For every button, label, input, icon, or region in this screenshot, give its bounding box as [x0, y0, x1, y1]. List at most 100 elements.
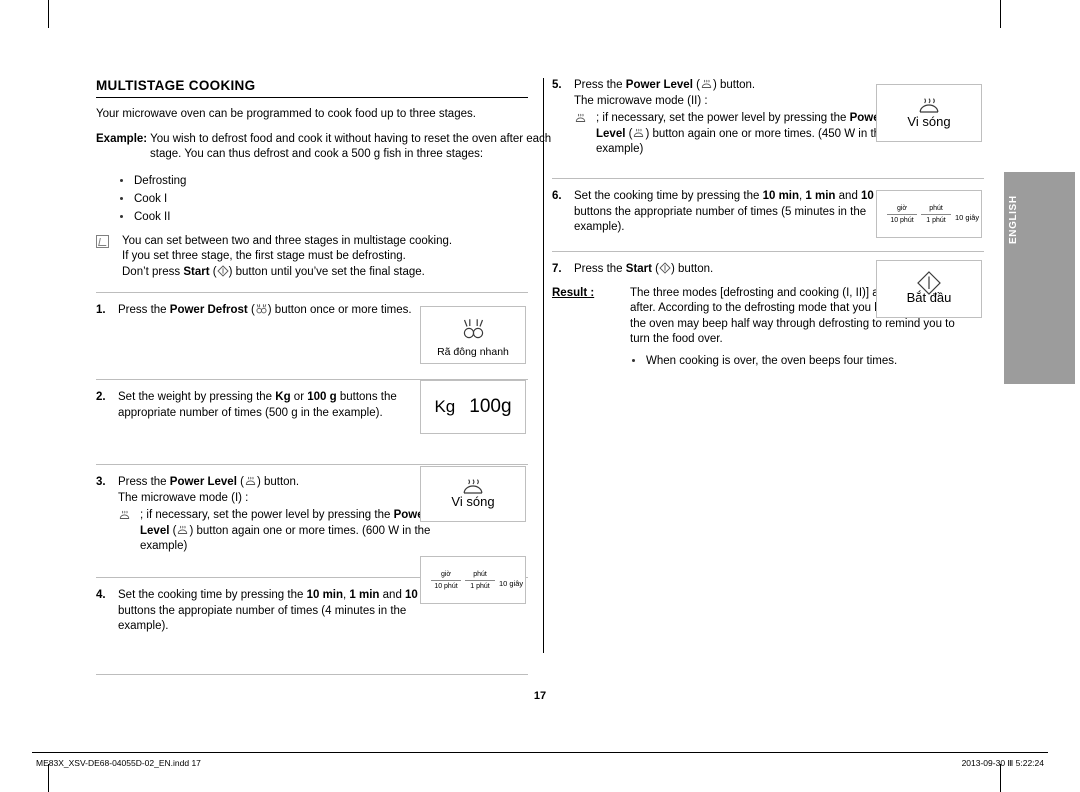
note-line-3-start-label: Start: [183, 265, 210, 278]
step-3-text-c: (: [236, 476, 244, 488]
power-defrost-icon: [255, 303, 268, 315]
panel-time-1-col1-bottom: 10 phút: [434, 583, 458, 590]
list-item: Cook II: [118, 208, 528, 226]
step-3-sub-a: if necessary, set the power level by pre…: [146, 509, 394, 521]
step-1-button-name: Power Defrost: [169, 304, 248, 316]
step-1-text-c: (: [247, 304, 255, 316]
step-4-1min-label: 1 min: [349, 589, 380, 601]
panel-power-level-2: Vi sóng: [876, 84, 982, 142]
power-level-icon: [244, 475, 257, 487]
panel-time-1-col2-top: phút: [465, 570, 495, 581]
note-line-1: You can set between two and three stages…: [122, 234, 453, 247]
page-title: MULTISTAGE COOKING: [96, 78, 256, 93]
step-5-text-d: ) button.: [712, 79, 756, 91]
panel-time-1-content: giờ 10 phút phút 1 phút 10 giây: [421, 557, 525, 603]
step-1: 1. Press the Power Defrost () button onc…: [96, 303, 448, 365]
panel-start: Bắt đầu: [876, 260, 982, 318]
step-5-text-a: Press the: [574, 79, 626, 91]
panel-power-level-2-caption: Vi sóng: [907, 114, 951, 129]
step-6-number: 6.: [552, 190, 562, 202]
step-2-number: 2.: [96, 391, 106, 403]
panel-power-defrost-caption: Rã đông nhanh: [437, 346, 509, 358]
panel-time-1: giờ 10 phút phút 1 phút 10 giây: [420, 556, 526, 604]
intro-paragraph: Your microwave oven can be programmed to…: [96, 108, 476, 120]
section-rule-3: [96, 464, 528, 465]
start-icon-7: [659, 262, 671, 274]
step-7-number: 7.: [552, 263, 562, 275]
power-level-icon-5-sub: [574, 112, 587, 130]
step-7-text-a: Press the: [574, 263, 626, 275]
power-level-icon-sub: [118, 509, 131, 527]
section-rule-7: [552, 251, 984, 252]
section-rule-5: [96, 674, 528, 675]
panel-power-defrost-icon: [421, 317, 525, 346]
english-side-tab: ENGLISH: [1004, 172, 1080, 384]
section-rule-6: [552, 178, 984, 179]
step-6: 6. Set the cooking time by pressing the …: [552, 189, 904, 245]
step-3-sub-c: (: [169, 524, 177, 537]
step-1-text-d: ) button once or more times.: [267, 304, 412, 316]
panel-time-1-col2: phút 1 phút: [465, 570, 495, 591]
panel-time-1-col1: giờ 10 phút: [431, 570, 461, 591]
panel-time-2-col1-top: giờ: [887, 204, 917, 215]
crop-mark-bottom-left: [48, 764, 49, 792]
step-3: 3. Press the Power Level ( ) button. The …: [96, 475, 448, 571]
note-line-3-c: (: [209, 265, 217, 278]
crop-mark-top-right: [1000, 0, 1001, 28]
power-level-icon-5-sub2: [632, 127, 645, 139]
step-1-number: 1.: [96, 304, 106, 316]
example-label: Example:: [96, 132, 148, 145]
start-icon: [216, 264, 229, 277]
panel-time-2-col2-bottom: 1 phút: [926, 217, 946, 224]
footer-file-name: ME83X_XSV-DE68-04055D-02_EN.indd 17: [36, 758, 201, 768]
step-4-text-a: Set the cooking time by pressing the: [118, 589, 307, 601]
section-rule-1: [96, 292, 528, 293]
step-7-text-d: ) button.: [671, 263, 714, 275]
manual-page: ENGLISH MULTISTAGE COOKING Your microwav…: [0, 0, 1080, 792]
power-level-icon-5: [700, 78, 713, 90]
panel-power-defrost: Rã đông nhanh: [420, 306, 526, 364]
step-4-number: 4.: [96, 589, 106, 601]
side-tab-label: ENGLISH: [1008, 195, 1019, 245]
step-5-sub-c: (: [625, 127, 633, 140]
step-3-line-2: The microwave mode (I) :: [118, 491, 249, 504]
list-item: When cooking is over, the oven beeps fou…: [630, 352, 960, 370]
step-3-text-d: ) button.: [256, 476, 300, 488]
panel-start-caption: Bắt đầu: [906, 290, 952, 305]
step-5-sub-a: if necessary, set the power level by pre…: [602, 112, 850, 124]
step-2: 2. Set the weight by pressing the Kg or …: [96, 390, 448, 452]
panel-time-1-col1-top: giờ: [431, 570, 461, 581]
crop-mark-top-left: [48, 0, 49, 28]
step-4-10min-label: 10 min: [306, 589, 344, 601]
step-2-100g-label: 100 g: [307, 391, 337, 403]
panel-power-level-1-caption: Vi sóng: [451, 494, 495, 509]
power-level-icon-sub2: [176, 524, 189, 536]
panel-time-2-col2: phút 1 phút: [921, 204, 951, 225]
step-4-text-e: and: [379, 589, 406, 601]
step-7-text-c: (: [651, 263, 660, 275]
step-6-text-g: buttons the appropriate number of times …: [574, 205, 867, 234]
step-3-button-name: Power Level: [169, 476, 237, 488]
panel-weight: Kg 100g: [420, 380, 526, 434]
panel-time-1-col2-bottom: 1 phút: [470, 583, 490, 590]
footer-timestamp: 2013-09-30 Ⅲ 5:22:24: [961, 758, 1044, 768]
step-2-text-a: Set the weight by pressing the: [118, 391, 276, 403]
step-2-kg-label: Kg: [275, 391, 291, 403]
panel-time-2-content: giờ 10 phút phút 1 phút 10 giây: [877, 191, 981, 237]
step-5-text-c: (: [692, 79, 700, 91]
step-5-substep: ; if necessary, set the power level by p…: [574, 111, 904, 158]
column-divider: [543, 78, 544, 653]
step-3-substep: ; if necessary, set the power level by p…: [118, 508, 448, 555]
step-5-button-name: Power Level: [625, 79, 693, 91]
panel-weight-kg: Kg: [434, 397, 456, 416]
note-line-3-d: ) button until you’ve set the final stag…: [228, 265, 425, 278]
step-4-text-g: buttons the appropiate number of times (…: [118, 604, 407, 633]
step-7-button-name: Start: [625, 263, 652, 275]
panel-time-1-col3: 10 giây: [499, 579, 524, 588]
note-line-3-a: Don’t press: [122, 265, 184, 278]
step-3-text-a: Press the: [118, 476, 170, 488]
result-bullet-list: When cooking is over, the oven beeps fou…: [630, 352, 960, 370]
title-rule: [96, 97, 528, 98]
step-5-line-2: The microwave mode (II) :: [574, 94, 708, 107]
step-3-number: 3.: [96, 476, 106, 488]
